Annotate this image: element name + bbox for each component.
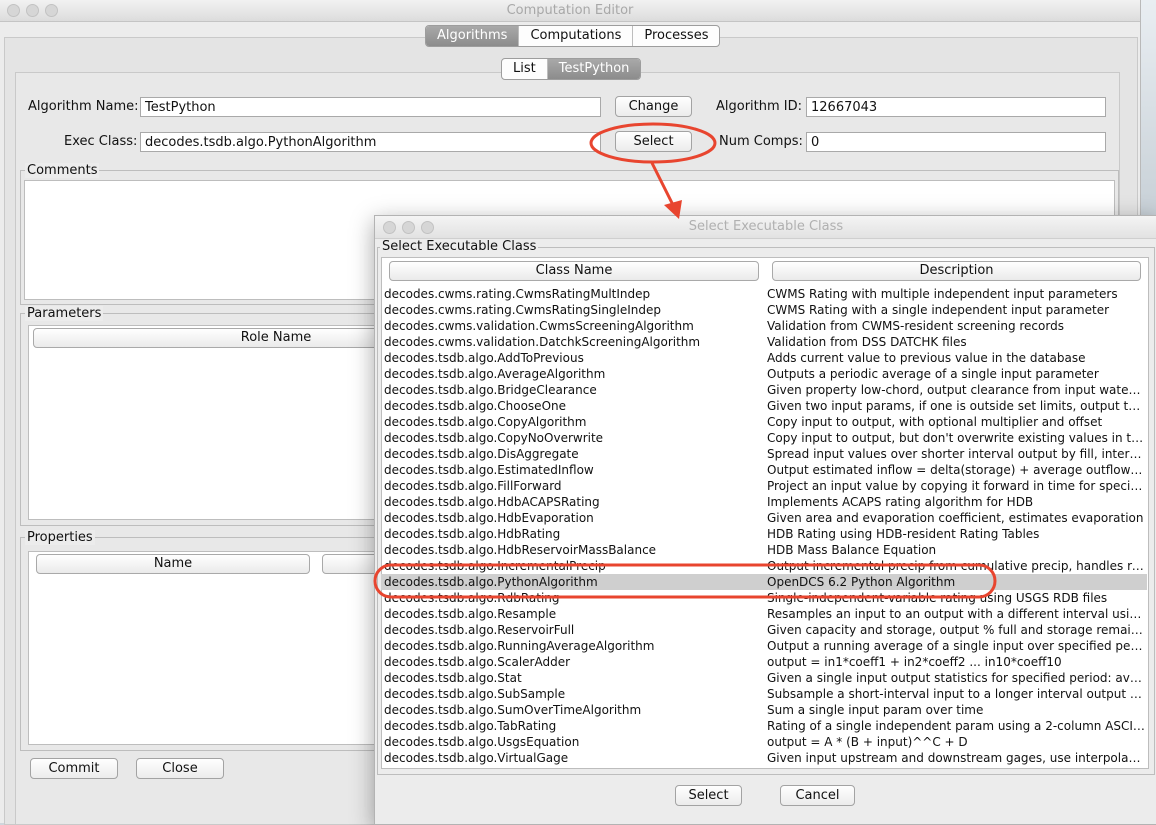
select-button-highlight-ellipse xyxy=(589,122,717,164)
annotation-arrow-head xyxy=(664,200,682,219)
annotation-overlay xyxy=(373,122,997,599)
annotation-arrow-line xyxy=(650,162,676,208)
selected-row-highlight xyxy=(373,563,997,599)
